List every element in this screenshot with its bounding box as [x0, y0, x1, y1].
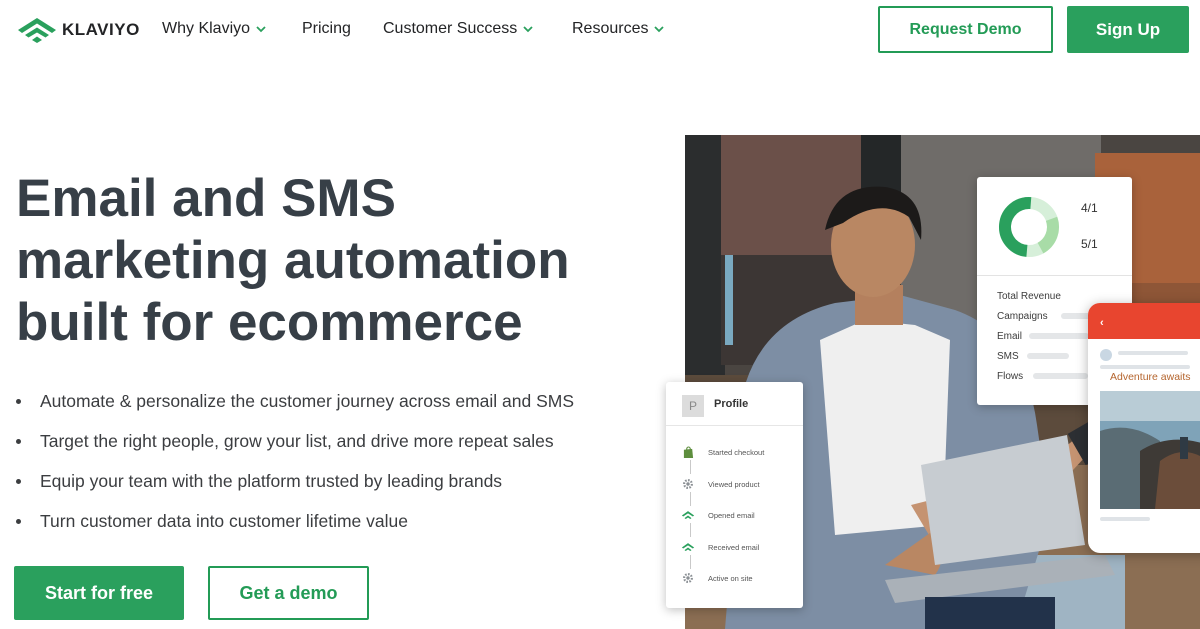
event-label: Received email [708, 542, 760, 552]
text-placeholder [1100, 517, 1150, 521]
text-placeholder [1100, 365, 1190, 369]
gear-icon [680, 476, 696, 492]
nav-resources[interactable]: Resources [572, 20, 665, 38]
timeline-connector [690, 523, 691, 537]
event-label: Started checkout [708, 447, 765, 457]
metric-bar [1029, 333, 1089, 339]
revenue-date-value: 5/1 [1081, 237, 1098, 251]
feature-item: Target the right people, grow your list,… [16, 428, 574, 468]
request-demo-button[interactable]: Request Demo [878, 6, 1053, 53]
avatar [1100, 349, 1112, 361]
metric-bar [1033, 373, 1088, 379]
profile-card: P Profile Started checkout Viewed produc… [666, 382, 803, 608]
metric-bar [1027, 353, 1069, 359]
brand-name: KLAVIYO [62, 20, 140, 39]
profile-avatar: P [682, 395, 704, 417]
get-a-demo-button[interactable]: Get a demo [208, 566, 369, 620]
phone-header [1088, 303, 1200, 339]
timeline-event: Received email [680, 539, 800, 555]
timeline-connector [690, 492, 691, 506]
event-label: Viewed product [708, 479, 760, 489]
hero-heading-line: built for ecommerce [16, 293, 523, 352]
feature-list: Automate & personalize the customer jour… [16, 388, 574, 548]
phone-mockup: ‹ Adventure awaits [1088, 303, 1200, 553]
nav-label: Why Klaviyo [162, 20, 251, 37]
top-navigation: KLAVIYO Why Klaviyo Pricing Customer Suc… [0, 0, 1200, 60]
nav-label: Resources [572, 20, 649, 37]
coast-landscape-image [1100, 391, 1200, 509]
event-label: Active on site [708, 573, 753, 583]
klaviyo-logo[interactable]: KLAVIYO [16, 16, 140, 44]
feature-item: Turn customer data into customer lifetim… [16, 508, 574, 548]
metric-label: Total Revenue [997, 291, 1061, 302]
nav-label: Customer Success [383, 20, 518, 37]
hero-heading-line: Email and SMS [16, 169, 396, 228]
text-placeholder [1118, 351, 1188, 355]
start-for-free-button[interactable]: Start for free [14, 566, 184, 620]
chevron-down-icon [523, 26, 533, 33]
back-arrow-icon: ‹ [1100, 317, 1104, 329]
metric-label: Campaigns [997, 311, 1048, 322]
revenue-date-value: 4/1 [1081, 201, 1098, 215]
klaviyo-flag-icon [680, 507, 696, 523]
feature-item: Equip your team with the platform truste… [16, 468, 574, 508]
feature-item: Automate & personalize the customer jour… [16, 388, 574, 428]
metric-label: Email [997, 331, 1023, 342]
phone-headline: Adventure awaits [1110, 371, 1191, 383]
adventure-photo [1100, 391, 1200, 509]
shopify-icon [680, 444, 696, 460]
gear-icon [680, 570, 696, 586]
profile-title: Profile [714, 398, 749, 410]
timeline-event: Viewed product [680, 476, 800, 492]
nav-pricing[interactable]: Pricing [302, 20, 351, 38]
metric-label: Flows [997, 371, 1024, 382]
timeline-connector [690, 460, 691, 474]
chevron-down-icon [256, 26, 266, 33]
sign-up-button[interactable]: Sign Up [1067, 6, 1189, 53]
klaviyo-flag-icon [680, 539, 696, 555]
timeline-event: Active on site [680, 570, 800, 586]
nav-customer-success[interactable]: Customer Success [383, 20, 533, 38]
timeline-event: Opened email [680, 507, 800, 523]
event-label: Opened email [708, 510, 755, 520]
hero-heading: Email and SMS marketing automation built… [16, 168, 636, 354]
hero-heading-line: marketing automation [16, 231, 570, 290]
revenue-donut-chart [999, 197, 1059, 257]
profile-header: P Profile [666, 382, 803, 426]
card-divider [977, 275, 1132, 276]
metric-label: SMS [997, 351, 1019, 362]
chevron-down-icon [654, 26, 665, 33]
timeline-event: Started checkout [680, 444, 800, 460]
timeline-connector [690, 555, 691, 569]
klaviyo-flag-icon [18, 18, 56, 43]
nav-label: Pricing [302, 20, 351, 37]
nav-why-klaviyo[interactable]: Why Klaviyo [162, 20, 266, 38]
